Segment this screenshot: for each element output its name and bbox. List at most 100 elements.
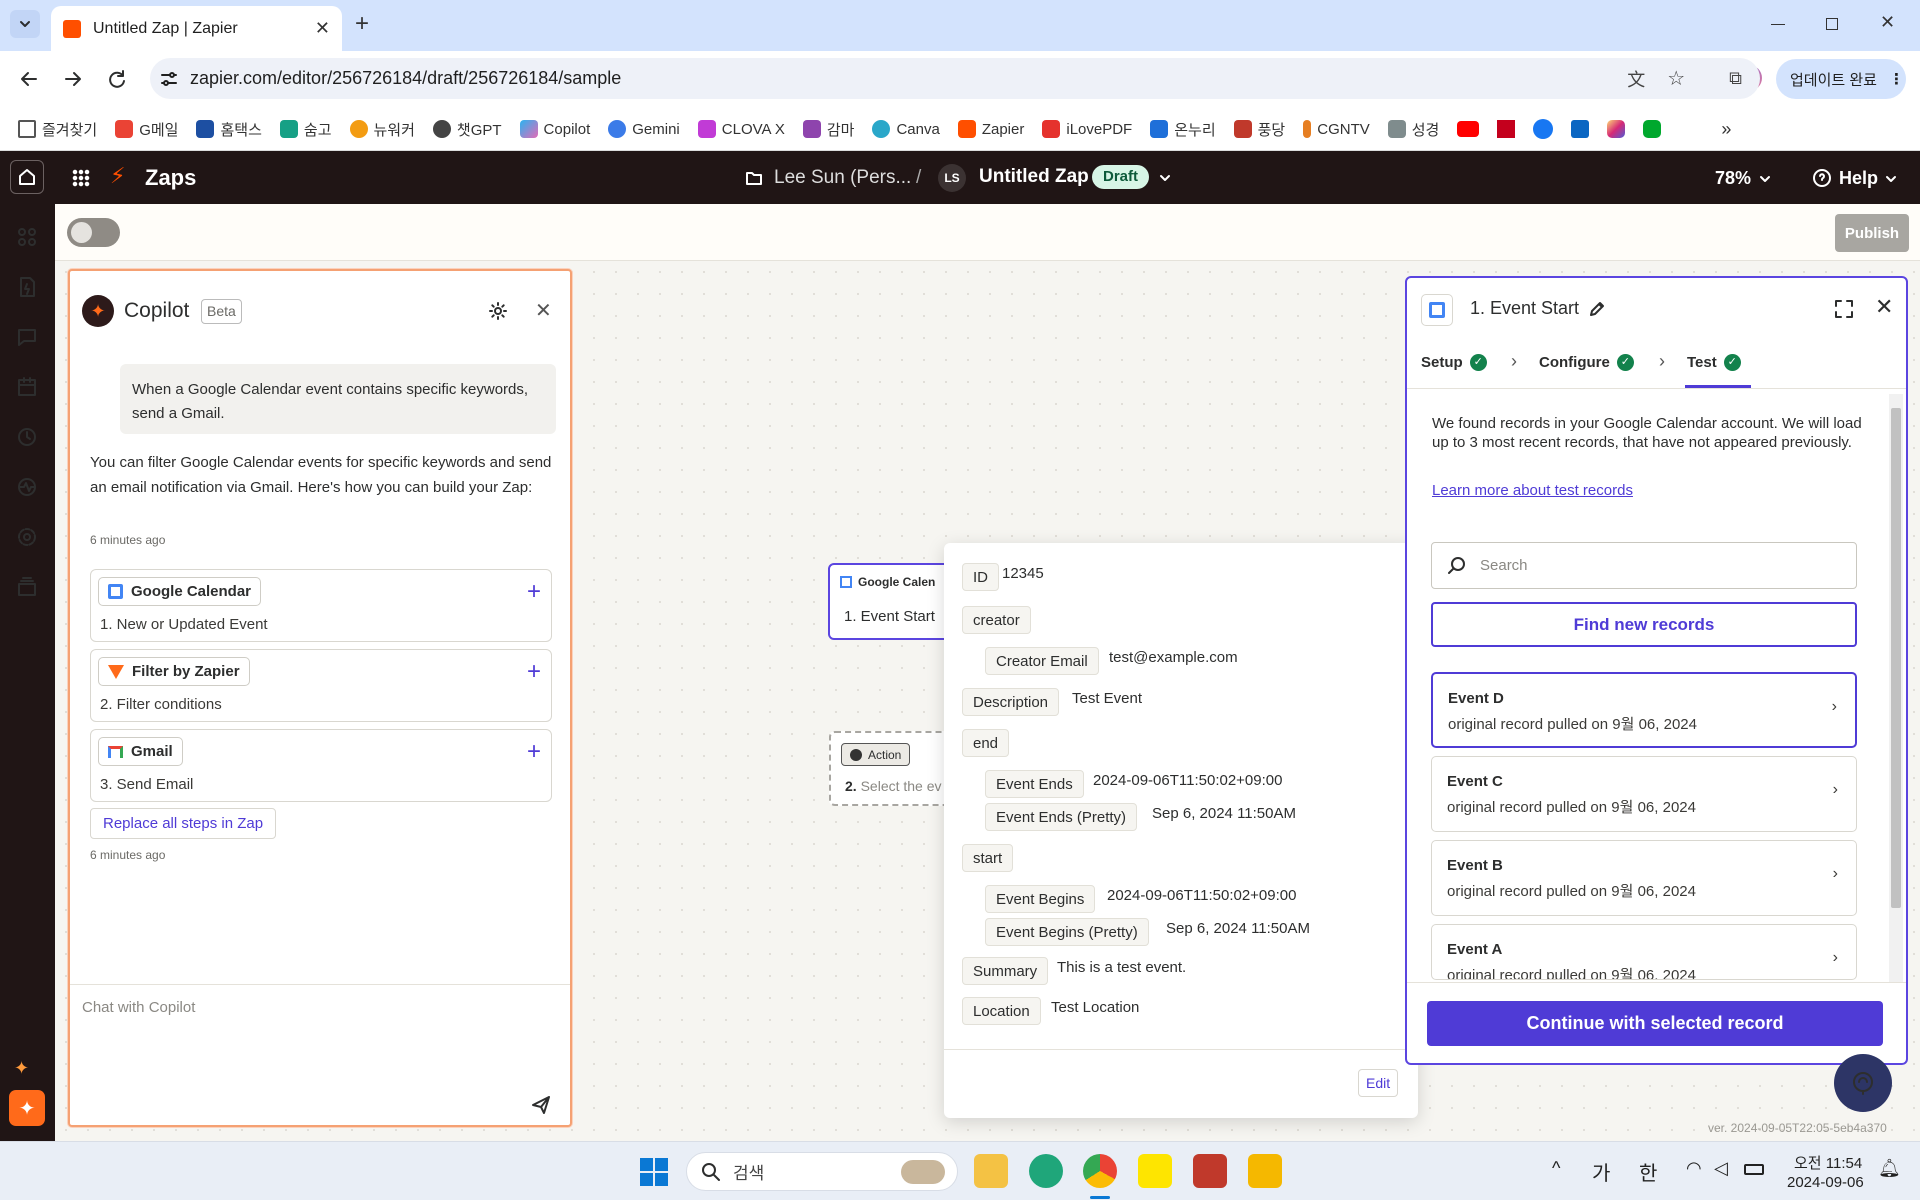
more-bookmarks-icon[interactable]: » — [1721, 119, 1731, 140]
record-item-selected[interactable]: Event D original record pulled on 9월 06,… — [1431, 672, 1857, 748]
hancom-icon[interactable] — [1248, 1154, 1282, 1188]
home-button[interactable] — [10, 160, 44, 194]
bookmark-item[interactable]: 감마 — [802, 119, 854, 140]
file-explorer-icon[interactable] — [974, 1154, 1008, 1188]
add-step-icon[interactable]: + — [527, 660, 541, 684]
battery-icon[interactable] — [1744, 1164, 1764, 1175]
wifi-icon[interactable]: ◠ — [1686, 1158, 1702, 1179]
interfaces-icon[interactable] — [16, 326, 38, 348]
scrollbar[interactable] — [1889, 394, 1903, 982]
trigger-step-node[interactable]: Google Calen 1. Event Start — [828, 563, 958, 640]
kakaotalk-icon[interactable] — [1138, 1154, 1172, 1188]
action-step-node[interactable]: Action 2. Select the ev — [829, 731, 954, 806]
taskbar-search[interactable]: 검색 — [686, 1152, 958, 1191]
facebook-icon[interactable] — [1533, 119, 1554, 139]
omnibox[interactable]: zapier.com/editor/256726184/draft/256726… — [150, 58, 1760, 99]
translate-icon[interactable]: ⽂ — [1627, 66, 1645, 92]
chrome-icon[interactable] — [1083, 1154, 1117, 1188]
record-item[interactable]: Event C original record pulled on 9월 06,… — [1431, 756, 1857, 832]
notification-bell-icon[interactable]: 🔔︎ — [1878, 1158, 1901, 1179]
game-app-icon[interactable] — [1193, 1154, 1227, 1188]
edge-app-icon[interactable] — [1029, 1154, 1063, 1188]
tab-test[interactable]: Test ✓ — [1687, 354, 1741, 371]
bookmark-item[interactable]: 풍당 — [1233, 119, 1285, 140]
bookmark-item[interactable]: 홈택스 — [196, 119, 262, 140]
bookmark-item[interactable]: Gemini — [608, 120, 680, 138]
window-close-icon[interactable]: ✕ — [1880, 12, 1895, 33]
chevron-up-icon[interactable]: ^ — [1552, 1158, 1560, 1179]
edit-button[interactable]: Edit — [1358, 1069, 1399, 1097]
scrollbar-thumb[interactable] — [1891, 408, 1901, 908]
bookmark-item[interactable]: Zapier — [957, 120, 1024, 138]
record-item[interactable]: Event B original record pulled on 9월 06,… — [1431, 840, 1857, 916]
tables-icon[interactable] — [16, 376, 38, 398]
suggested-step-card[interactable]: Gmail 3. Send Email + — [90, 729, 552, 802]
volume-icon[interactable]: ◁ — [1714, 1158, 1728, 1179]
learn-more-link[interactable]: Learn more about test records — [1432, 482, 1633, 499]
restore-icon[interactable] — [1826, 18, 1838, 30]
publish-button[interactable]: Publish — [1835, 214, 1909, 252]
pencil-icon[interactable] — [1588, 300, 1606, 318]
app-grid-icon[interactable] — [72, 169, 90, 187]
record-item[interactable]: Event A original record pulled on 9월 06,… — [1431, 924, 1857, 980]
support-chat-button[interactable] — [1834, 1054, 1892, 1112]
bookmark-item[interactable]: 숨고 — [279, 119, 332, 140]
bookmark-item[interactable]: iLovePDF — [1042, 120, 1132, 138]
find-new-records-button[interactable]: Find new records — [1431, 602, 1857, 647]
send-icon[interactable] — [530, 1094, 552, 1116]
extensions-icon[interactable]: ⧉ — [1729, 68, 1742, 89]
bookmark-item[interactable]: Copilot — [519, 120, 590, 138]
bookmark-item[interactable]: 즐겨찾기 — [18, 119, 97, 140]
zap-title[interactable]: Untitled Zap — [979, 166, 1089, 188]
site-settings-icon[interactable] — [160, 70, 178, 88]
zaps-icon[interactable] — [16, 276, 38, 298]
minimize-icon[interactable] — [1771, 24, 1785, 25]
ime-indicator[interactable]: 가 — [1592, 1157, 1610, 1186]
netflix-icon[interactable] — [1497, 120, 1516, 138]
tab-setup[interactable]: Setup ✓ — [1421, 354, 1487, 371]
new-tab-icon[interactable]: + — [355, 10, 369, 38]
suggested-step-card[interactable]: Filter by Zapier 2. Filter conditions + — [90, 649, 552, 722]
folder-breadcrumb[interactable]: Lee Sun (Pers... — [774, 167, 911, 189]
tab-list-button[interactable] — [10, 10, 40, 38]
settings-icon[interactable] — [16, 526, 38, 548]
clock-time[interactable]: 오전 11:54 — [1794, 1152, 1862, 1173]
tab-configure[interactable]: Configure ✓ — [1539, 354, 1634, 371]
add-step-icon[interactable]: + — [527, 740, 541, 764]
bookmark-item[interactable]: G메일 — [115, 119, 178, 140]
instagram-icon[interactable] — [1607, 120, 1626, 138]
activity-icon[interactable] — [16, 476, 38, 498]
update-button[interactable]: 업데이트 완료 ⋮ — [1776, 59, 1906, 99]
bookmark-item[interactable]: CLOVA X — [697, 120, 785, 138]
continue-button[interactable]: Continue with selected record — [1427, 1001, 1883, 1046]
ime-mode-indicator[interactable]: 한 — [1639, 1157, 1657, 1186]
tab-close-icon[interactable]: ✕ — [315, 18, 330, 39]
help-menu[interactable]: Help — [1839, 168, 1878, 189]
browser-tab-active[interactable]: Untitled Zap | Zapier ✕ — [51, 6, 342, 51]
apps-icon[interactable] — [16, 226, 38, 248]
zoom-level[interactable]: 78% — [1715, 168, 1751, 189]
windows-start-icon[interactable] — [640, 1158, 668, 1186]
app-title[interactable]: Zaps — [145, 165, 196, 191]
chevron-down-icon[interactable] — [1884, 172, 1898, 186]
back-arrow-icon[interactable] — [18, 68, 40, 90]
zap-on-off-toggle[interactable] — [67, 218, 120, 247]
linkedin-icon[interactable] — [1571, 120, 1590, 138]
suggested-step-card[interactable]: Google Calendar 1. New or Updated Event … — [90, 569, 552, 642]
add-step-icon[interactable]: + — [527, 580, 541, 604]
bookmark-item[interactable]: 온누리 — [1150, 119, 1216, 140]
youtube-icon[interactable] — [1457, 121, 1480, 137]
bookmark-item[interactable]: 챗GPT — [432, 119, 502, 140]
bookmark-item[interactable]: Canva — [872, 120, 940, 138]
replace-all-steps-button[interactable]: Replace all steps in Zap — [90, 808, 277, 839]
stack-icon[interactable] — [16, 576, 38, 598]
close-icon[interactable]: ✕ — [1875, 294, 1893, 320]
bookmark-item[interactable]: 성경 — [1387, 119, 1439, 140]
clock-date[interactable]: 2024-09-06 — [1787, 1174, 1864, 1191]
bookmark-item[interactable]: 뉴워커 — [349, 119, 415, 140]
reload-icon[interactable] — [106, 68, 128, 90]
chat-input[interactable]: Chat with Copilot — [82, 999, 552, 1099]
close-icon[interactable]: ✕ — [535, 298, 552, 323]
search-field[interactable]: Search — [1431, 542, 1857, 589]
chevron-down-icon[interactable] — [1158, 171, 1172, 185]
